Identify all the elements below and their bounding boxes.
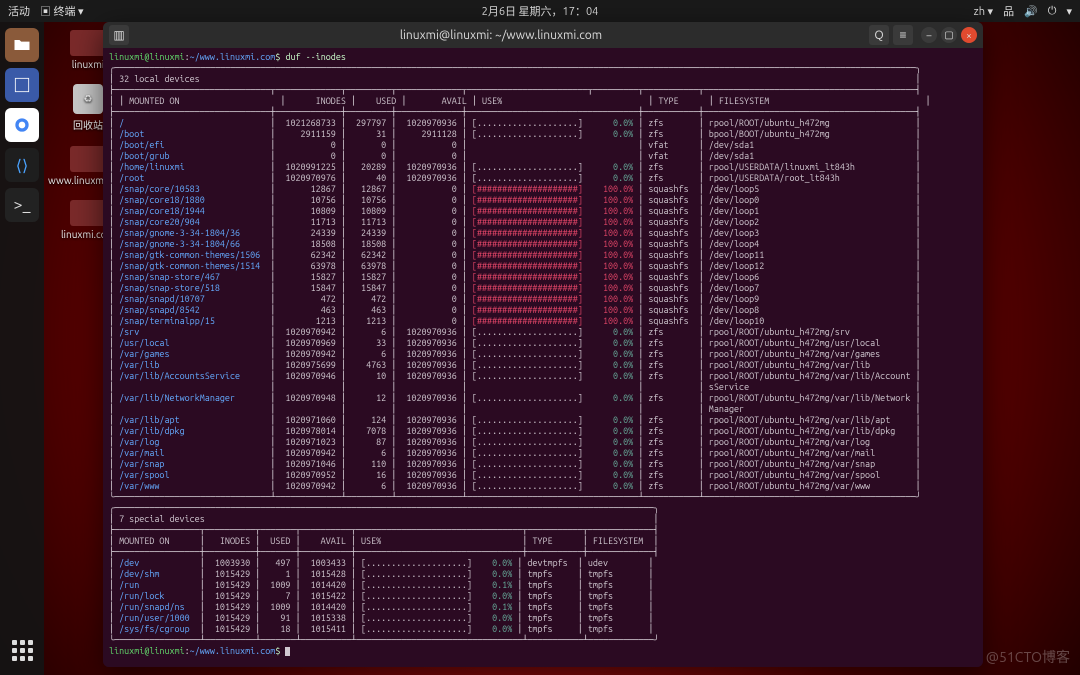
input-lang-indicator[interactable]: zh ▾ xyxy=(974,5,993,18)
terminal-output[interactable]: linuxmi@linuxmi:~/www.linuxmi.com$ duf -… xyxy=(103,48,983,667)
new-tab-icon[interactable]: ▥ xyxy=(109,25,129,45)
maximize-button[interactable]: ▢ xyxy=(941,27,957,43)
activities-button[interactable]: 活动 xyxy=(8,3,30,19)
network-icon[interactable]: 品 xyxy=(1003,3,1014,19)
files-app-icon[interactable] xyxy=(5,28,39,62)
window-titlebar[interactable]: ▥ linuxmi@linuxmi: ~/www.linuxmi.com Q ≡… xyxy=(103,22,983,48)
show-apps-button[interactable] xyxy=(0,633,44,667)
window-title: linuxmi@linuxmi: ~/www.linuxmi.com xyxy=(133,29,869,42)
volume-icon[interactable]: 🔊 xyxy=(1024,5,1038,18)
power-icon[interactable]: ⏻ xyxy=(1048,5,1057,18)
terminal-window: ▥ linuxmi@linuxmi: ~/www.linuxmi.com Q ≡… xyxy=(103,22,983,667)
gnome-topbar: 活动 ▣ 终端 ▾ 2月6日 星期六，17：04 zh ▾ 品 🔊 ⏻ ▾ xyxy=(0,0,1080,22)
clock-label[interactable]: 2月6日 星期六，17：04 xyxy=(482,3,599,19)
minimize-button[interactable]: – xyxy=(921,27,937,43)
system-menu-chevron-icon[interactable]: ▾ xyxy=(1066,5,1072,18)
chrome-app-icon[interactable] xyxy=(5,108,39,142)
hamburger-menu-icon[interactable]: ≡ xyxy=(893,25,913,45)
terminal-menu-indicator[interactable]: ▣ 终端 ▾ xyxy=(40,3,84,19)
watermark: @51CTO博客 xyxy=(986,647,1070,667)
search-icon[interactable]: Q xyxy=(869,25,889,45)
ubuntu-dock: ⟨⟩ >_ xyxy=(0,22,44,675)
terminal-app-icon[interactable]: >_ xyxy=(5,188,39,222)
close-button[interactable]: × xyxy=(961,27,977,43)
screenshot-app-icon[interactable] xyxy=(5,68,39,102)
vscode-app-icon[interactable]: ⟨⟩ xyxy=(5,148,39,182)
